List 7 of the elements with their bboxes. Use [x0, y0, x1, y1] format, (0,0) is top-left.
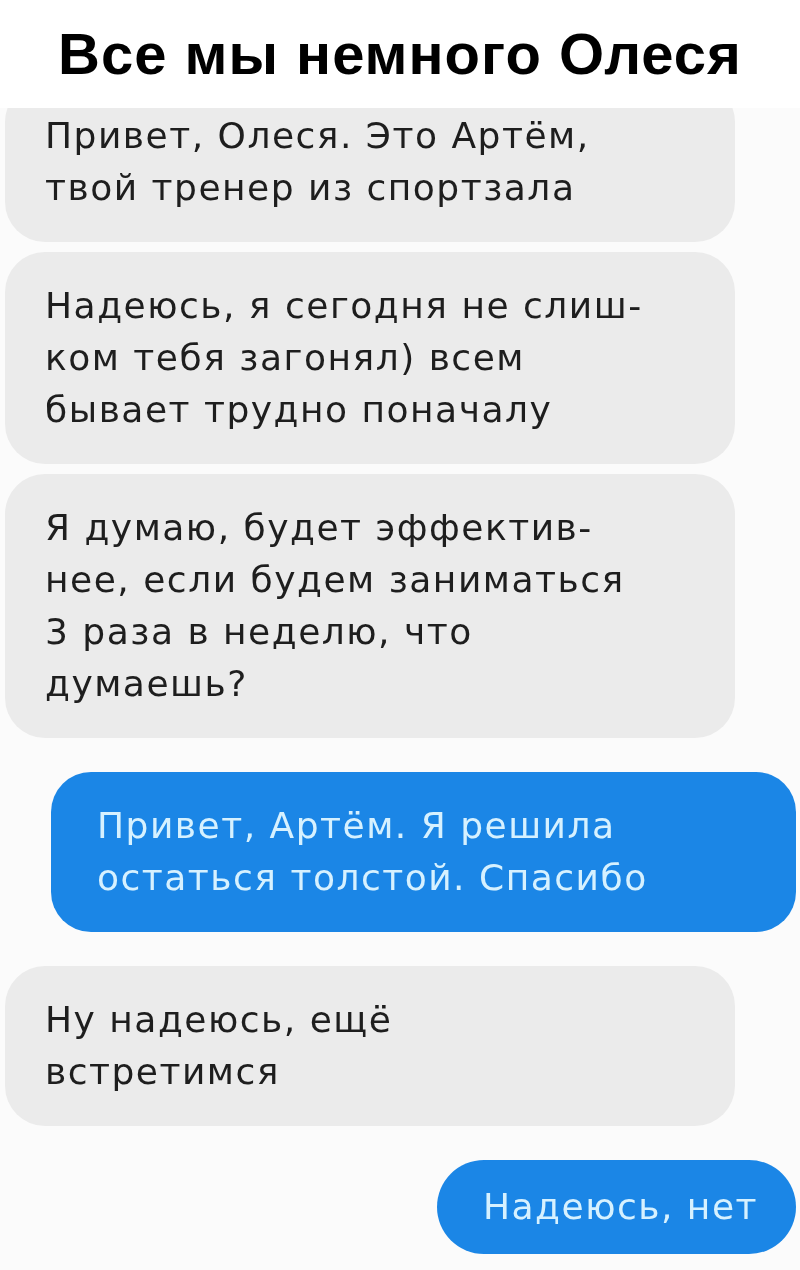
- meme-caption: Все мы немного Олеся: [58, 22, 742, 86]
- message-bubble: Надеюсь, нет: [436, 1160, 796, 1254]
- message-bubble: Привет, Артём. Я решила остаться толстой. Спасибо: [51, 772, 796, 932]
- message-bubble: Привет, Олеся. Это Артём, твой тренер из спортзала: [5, 108, 735, 242]
- message-bubble: Надеюсь, я сегодня не слиш- ком тебя загонял) всем бывает трудно поначалу: [5, 252, 735, 464]
- message-bubble: Я думаю, будет эффектив- нее, если будем заниматься 3 раза в неделю, что думаешь?: [5, 474, 735, 738]
- message-bubble: Ну надеюсь, ещё встретимся: [5, 966, 735, 1126]
